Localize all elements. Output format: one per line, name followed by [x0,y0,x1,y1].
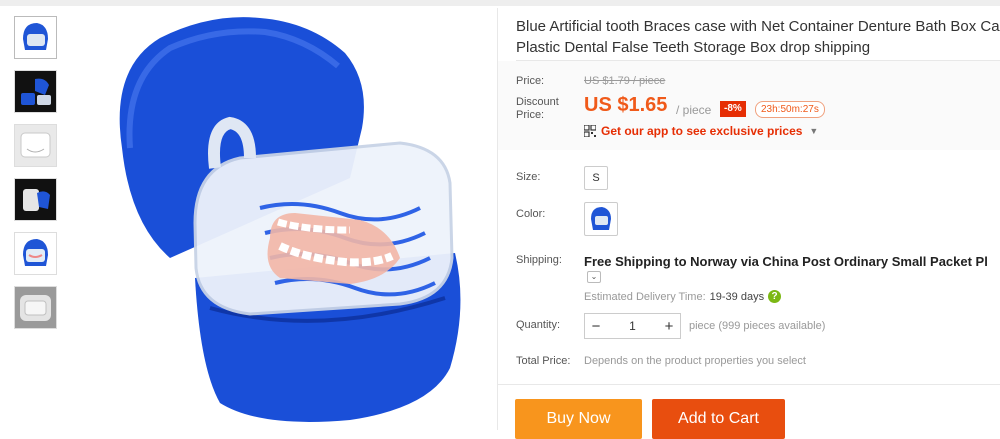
eta-label: Estimated Delivery Time: [584,290,706,303]
size-label: Size: [516,171,541,183]
price-label: Price: [516,75,545,87]
price-unit: / piece [676,103,712,117]
shipping-label: Shipping: [516,254,562,266]
quantity-stepper: − 1 + [584,313,681,339]
discount-label-line-1: Discount [516,96,559,108]
quantity-availability: piece (999 pieces available) [689,320,826,332]
thumbnail-1[interactable] [14,16,57,59]
original-price: US $1.79 / piece [584,75,666,87]
top-bar [0,0,1000,6]
countdown-timer: 23h:50m:27s [755,101,825,118]
buy-now-button[interactable]: Buy Now [515,399,642,439]
thumbnail-5[interactable] [14,232,57,275]
product-main-image [100,8,470,428]
thumbnail-6[interactable] [14,286,57,329]
shipping-method: Free Shipping to Norway via China Post O… [584,254,988,269]
estimated-delivery: Estimated Delivery Time: 19-39 days ? [584,290,782,303]
thumbnail-2[interactable] [14,70,57,113]
discount-price-label: Discount Price: [516,96,559,122]
eta-value: 19-39 days [709,290,765,303]
total-price-note: Depends on the product properties you se… [584,355,806,367]
quantity-increase-button[interactable]: + [658,318,680,335]
discount-label-line-2: Price: [516,109,545,121]
quantity-decrease-button[interactable]: − [585,318,607,335]
help-icon[interactable]: ? [768,290,782,303]
thumbnail-3[interactable] [14,124,57,167]
product-title-line-2: Plastic Dental False Teeth Storage Box d… [516,39,871,56]
chevron-down-icon[interactable]: ⌄ [587,271,601,283]
actions-separator [498,384,1000,385]
current-price: US $1.65 [584,94,668,116]
qr-code-icon [584,125,596,137]
thumbnail-list [14,16,57,340]
color-option-blue[interactable] [584,202,618,236]
quantity-label: Quantity: [516,319,561,331]
discount-badge: -8% [720,101,746,117]
thumbnail-4[interactable] [14,178,57,221]
size-option-s[interactable]: S [584,166,608,190]
caret-down-icon: ▼ [809,126,819,136]
quantity-input[interactable]: 1 [607,319,658,333]
color-label: Color: [516,208,546,220]
product-title: Blue Artificial tooth Braces case with N… [516,16,1000,58]
total-price-label: Total Price: [516,355,571,367]
product-title-line-1: Blue Artificial tooth Braces case with N… [516,18,1000,35]
color-swatch-image [591,207,611,230]
app-promo-link[interactable]: Get our app to see exclusive prices ▼ [584,124,818,138]
add-to-cart-button[interactable]: Add to Cart [652,399,785,439]
app-promo-text: Get our app to see exclusive prices [601,124,803,138]
